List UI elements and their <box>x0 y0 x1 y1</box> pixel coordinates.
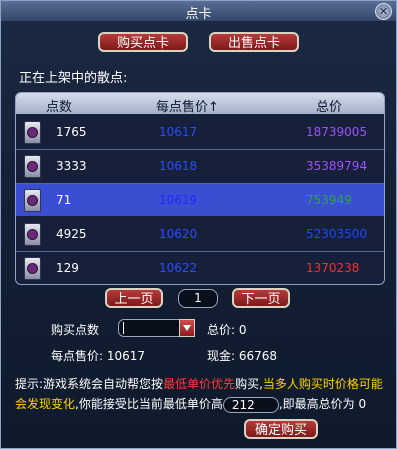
confirm-purchase-button[interactable]: 确定购买 <box>244 419 318 439</box>
row-points: 71 <box>56 193 72 207</box>
point-card-window: 点卡 ✕ 购买点卡 出售点卡 正在上架中的散点: 点数 每点售价↑ 总价 176… <box>0 0 397 449</box>
cash-field: 现金: 66768 <box>207 347 277 364</box>
row-points: 3333 <box>56 159 87 173</box>
close-icon[interactable]: ✕ <box>375 3 392 20</box>
total-price-field: 总价: 0 <box>207 321 247 338</box>
row-unit-price: 10620 <box>159 227 198 241</box>
unit-price-value: 10617 <box>106 349 146 363</box>
hint-prefix: 提示: <box>15 377 44 391</box>
prev-page-button[interactable]: 上一页 <box>105 288 163 308</box>
point-card-icon <box>24 223 41 246</box>
header-total[interactable]: 总价 <box>316 96 342 115</box>
row-points: 129 <box>56 261 79 275</box>
unit-price-label: 每点售价: <box>51 349 104 363</box>
table-row[interactable]: 129 10622 1370238 <box>16 252 384 284</box>
max-price-input[interactable]: 212 <box>222 396 279 413</box>
table-row[interactable]: 4925 10620 52303500 <box>16 218 384 250</box>
window-title: 点卡 <box>185 7 212 22</box>
next-page-button[interactable]: 下一页 <box>232 288 290 308</box>
row-total: 1370238 <box>306 261 360 275</box>
cash-label: 现金: <box>207 349 236 363</box>
buy-card-tab-button[interactable]: 购买点卡 <box>98 32 188 52</box>
table-row[interactable]: 1765 10617 18739005 <box>16 116 384 148</box>
header-points[interactable]: 点数 <box>46 96 72 115</box>
row-unit-price: 10618 <box>159 159 198 173</box>
header-unit-price-sorted[interactable]: 每点售价↑ <box>156 96 219 115</box>
table-row-selected[interactable]: 71 10619 753949 <box>16 184 384 216</box>
row-unit-price: 10622 <box>159 261 198 275</box>
cash-value: 66768 <box>238 349 278 363</box>
buy-points-input[interactable] <box>118 319 195 337</box>
row-unit-price: 10619 <box>159 193 198 207</box>
text-cursor <box>123 322 124 334</box>
listing-section-label: 正在上架中的散点: <box>19 71 128 86</box>
hint-text: ,即最高总价为 <box>278 397 355 411</box>
dropdown-arrow-icon[interactable] <box>179 319 195 337</box>
row-unit-price: 10617 <box>159 125 198 139</box>
listing-table: 点数 每点售价↑ 总价 1765 10617 18739005 3333 106… <box>15 92 385 285</box>
hint-text: 购买, <box>235 377 263 391</box>
row-points: 1765 <box>56 125 87 139</box>
point-card-icon <box>24 189 41 212</box>
hint-text: 游戏系统会自动帮您按 <box>43 377 164 391</box>
point-card-icon <box>24 121 41 144</box>
total-price-value: 0 <box>238 323 247 337</box>
total-price-label: 总价: <box>207 323 236 337</box>
unit-price-field: 每点售价: 10617 <box>51 347 145 364</box>
row-total: 18739005 <box>306 125 368 139</box>
row-total: 52303500 <box>306 227 368 241</box>
point-card-icon <box>24 257 41 280</box>
row-points: 4925 <box>56 227 87 241</box>
purchase-hint: 提示:游戏系统会自动帮您按最低单价优先购买,当多人购买时价格可能会发现变化,你能… <box>15 374 385 414</box>
row-total: 35389794 <box>306 159 368 173</box>
sell-card-tab-button[interactable]: 出售点卡 <box>209 32 299 52</box>
table-header: 点数 每点售价↑ 总价 <box>16 93 384 115</box>
table-row[interactable]: 3333 10618 35389794 <box>16 150 384 182</box>
page-number: 1 <box>178 289 218 308</box>
row-total: 753949 <box>306 193 352 207</box>
hint-highlight-lowest-first: 最低单价优先 <box>163 377 236 391</box>
title-bar[interactable]: 点卡 ✕ <box>1 1 396 22</box>
max-total-value: 0 <box>358 397 367 411</box>
hint-text: ,你能接受比当前最低单价高 <box>75 397 223 411</box>
point-card-icon <box>24 155 41 178</box>
buy-points-label: 购买点数 <box>51 323 100 337</box>
